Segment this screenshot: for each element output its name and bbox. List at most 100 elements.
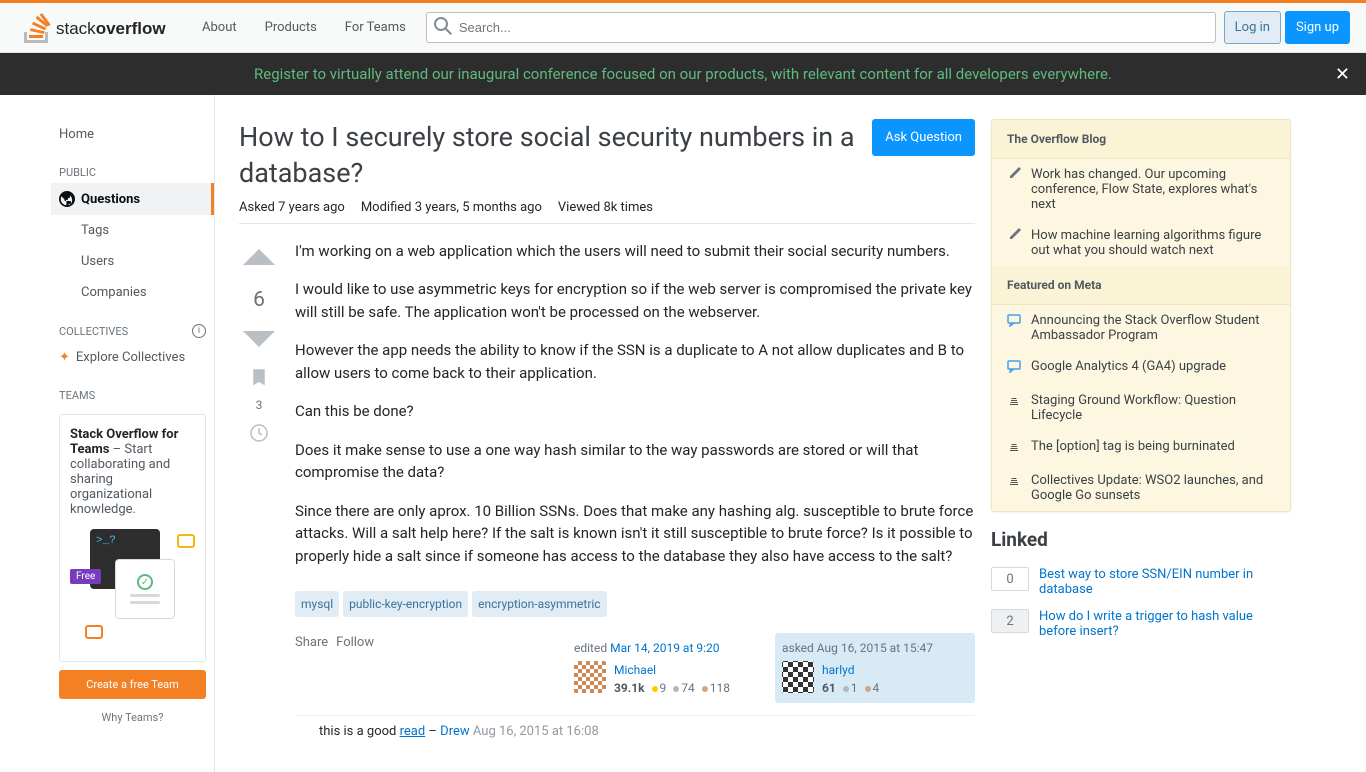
editor-name[interactable]: Michael — [614, 663, 656, 677]
bronze-count: 4 — [873, 681, 880, 695]
body-p1: I'm working on a web application which t… — [295, 240, 975, 263]
nav-products[interactable]: Products — [253, 14, 329, 41]
blog-header: The Overflow Blog — [992, 120, 1290, 159]
teams-illustration: >_? Free ✓ — [70, 529, 195, 649]
bookmark-button[interactable] — [250, 368, 268, 390]
main-content: How to I securely store social security … — [215, 95, 1315, 772]
free-badge: Free — [70, 569, 101, 584]
nav-about[interactable]: About — [190, 14, 249, 41]
body-p3: However the app needs the ability to kno… — [295, 339, 975, 384]
sidebar-questions[interactable]: Questions — [51, 183, 214, 215]
linked-item: 0 Best way to store SSN/EIN number in da… — [991, 567, 1291, 597]
meta-header: Featured on Meta — [992, 266, 1290, 305]
meta-speech-icon — [1007, 359, 1023, 377]
meta-item[interactable]: Collectives Update: WSO2 launches, and G… — [1031, 473, 1275, 503]
downvote-button[interactable] — [241, 320, 277, 360]
avatar[interactable] — [574, 661, 606, 693]
linked-score: 0 — [991, 567, 1029, 591]
meta-item[interactable]: Google Analytics 4 (GA4) upgrade — [1031, 359, 1226, 374]
linked-item: 2 How do I write a trigger to hash value… — [991, 609, 1291, 639]
tag[interactable]: encryption-asymmetric — [472, 591, 607, 617]
post-actions: Share Follow — [295, 633, 374, 653]
meta-speech-icon — [1007, 313, 1023, 331]
gold-count: 9 — [660, 681, 667, 695]
top-nav: About Products For Teams — [190, 14, 418, 41]
svg-text:stackoverflow: stackoverflow — [56, 19, 166, 38]
signup-button[interactable]: Sign up — [1285, 11, 1350, 44]
create-team-button[interactable]: Create a free Team — [59, 670, 206, 699]
pencil-icon — [1007, 167, 1023, 185]
question-body: I'm working on a web application which t… — [295, 240, 975, 748]
logo[interactable]: stackoverflow — [16, 3, 182, 52]
stack-icon — [1007, 393, 1023, 411]
modified-value: 3 years, 5 months ago — [415, 200, 542, 215]
bronze-count: 118 — [710, 681, 730, 695]
comment-link[interactable]: read — [400, 724, 426, 739]
announcement-banner: Register to virtually attend our inaugur… — [0, 53, 1366, 95]
blog-item[interactable]: Work has changed. Our upcoming conferenc… — [1031, 167, 1275, 212]
tag[interactable]: public-key-encryption — [343, 591, 468, 617]
vote-controls: 6 3 — [239, 240, 279, 748]
follow-link[interactable]: Follow — [336, 633, 374, 653]
asker-rep: 61 — [822, 681, 836, 695]
comment-author[interactable]: Drew — [440, 724, 469, 739]
viewed-label: Viewed — [558, 200, 600, 215]
ask-time: Aug 16, 2015 at 15:47 — [817, 641, 933, 655]
sidebar-questions-label: Questions — [81, 192, 140, 207]
search-input[interactable] — [426, 12, 1216, 43]
blog-item[interactable]: How machine learning algorithms figure o… — [1031, 228, 1275, 258]
body-p2: I would like to use asymmetric keys for … — [295, 278, 975, 323]
right-sidebar: The Overflow Blog Work has changed. Our … — [991, 119, 1291, 748]
asker-card: asked Aug 16, 2015 at 15:47 harlyd 61 1 — [775, 633, 975, 703]
nav-for-teams[interactable]: For Teams — [333, 14, 418, 41]
viewed-value: 8k times — [603, 200, 653, 215]
silver-count: 1 — [851, 681, 858, 695]
sidebar-home[interactable]: Home — [51, 119, 214, 150]
banner-link[interactable]: Register to virtually attend our inaugur… — [254, 65, 1112, 83]
stack-icon — [1007, 473, 1023, 491]
bookmark-count: 3 — [256, 398, 263, 412]
asked-label: Asked — [239, 200, 275, 215]
info-icon[interactable]: i — [192, 324, 206, 338]
linked-link[interactable]: Best way to store SSN/EIN number in data… — [1039, 567, 1291, 597]
share-link[interactable]: Share — [295, 633, 328, 653]
body-p5: Does it make sense to use a one way hash… — [295, 439, 975, 484]
question-title: How to I securely store social security … — [239, 119, 872, 192]
linked-link[interactable]: How do I write a trigger to hash value b… — [1039, 609, 1291, 639]
comment-time: Aug 16, 2015 at 16:08 — [470, 724, 599, 739]
section-collectives: COLLECTIVES — [59, 325, 128, 338]
sidebar-companies[interactable]: Companies — [51, 277, 214, 308]
tag[interactable]: mysql — [295, 591, 339, 617]
meta-item[interactable]: The [option] tag is being burninated — [1031, 439, 1235, 454]
linked-score: 2 — [991, 609, 1029, 633]
close-icon[interactable]: ✕ — [1335, 64, 1350, 85]
body-p6: Since there are only aprox. 10 Billion S… — [295, 500, 975, 568]
meta-item[interactable]: Announcing the Stack Overflow Student Am… — [1031, 313, 1275, 343]
comment: this is a good read – Drew Aug 16, 2015 … — [295, 715, 975, 748]
upvote-button[interactable] — [241, 240, 277, 280]
blog-widget: The Overflow Blog Work has changed. Our … — [991, 119, 1291, 512]
avatar[interactable] — [782, 661, 814, 693]
edit-time-link[interactable]: Mar 14, 2019 at 9:20 — [610, 641, 719, 655]
meta-item[interactable]: Staging Ground Workflow: Question Lifecy… — [1031, 393, 1275, 423]
sidebar-users[interactable]: Users — [51, 246, 214, 277]
silver-count: 74 — [681, 681, 695, 695]
asker-name[interactable]: harlyd — [822, 663, 855, 677]
sidebar-explore-collectives[interactable]: ✦ Explore Collectives — [51, 342, 214, 373]
modified-label: Modified — [361, 200, 412, 215]
search-wrap — [426, 12, 1216, 43]
ask-question-button[interactable]: Ask Question — [872, 119, 975, 156]
login-button[interactable]: Log in — [1224, 11, 1281, 44]
sidebar-tags[interactable]: Tags — [51, 215, 214, 246]
stack-icon — [1007, 439, 1023, 457]
asked-value: 7 years ago — [278, 200, 345, 215]
timeline-button[interactable] — [250, 424, 268, 446]
why-teams-link[interactable]: Why Teams? — [51, 707, 214, 728]
question-meta: Asked 7 years ago Modified 3 years, 5 mo… — [239, 200, 975, 224]
star-icon: ✦ — [59, 350, 70, 365]
section-teams: TEAMS — [51, 373, 214, 406]
explore-collectives-label: Explore Collectives — [76, 350, 185, 365]
section-public: PUBLIC — [51, 150, 214, 183]
editor-card: edited Mar 14, 2019 at 9:20 Michael 39.1… — [567, 633, 767, 703]
search-icon — [434, 17, 452, 39]
